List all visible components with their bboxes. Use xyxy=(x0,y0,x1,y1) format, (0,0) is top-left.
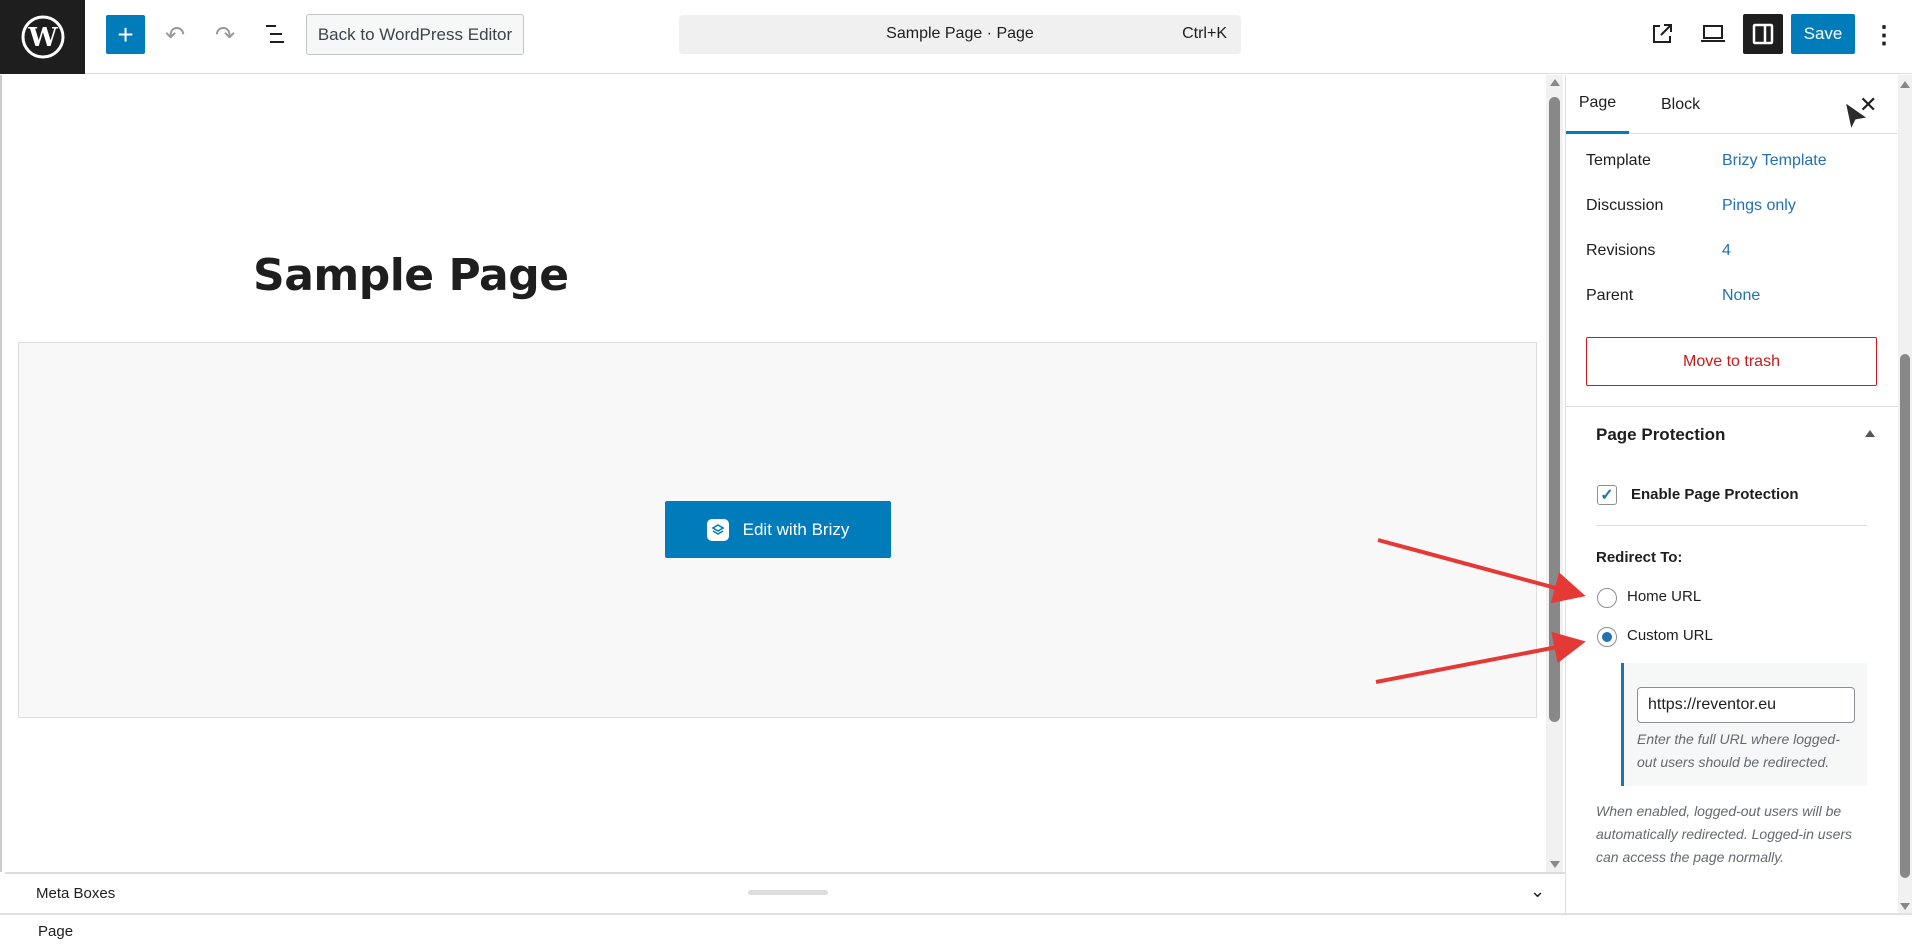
editor-canvas: Sample Page Edit with Brizy xyxy=(0,75,1565,872)
custom-url-radio[interactable] xyxy=(1597,627,1617,647)
undo-icon[interactable]: ↶ xyxy=(160,20,190,50)
breadcrumb-item-page[interactable]: Page xyxy=(38,923,73,940)
divider xyxy=(1596,525,1867,526)
edit-with-brizy-button[interactable]: Edit with Brizy xyxy=(665,501,891,558)
protection-description: When enabled, logged-out users will be a… xyxy=(1596,803,1853,865)
save-button[interactable]: Save xyxy=(1791,14,1855,54)
enable-protection-checkbox[interactable]: ✓ xyxy=(1597,485,1617,505)
page-title[interactable]: Sample Page xyxy=(253,250,569,301)
canvas-scrollbar-thumb[interactable] xyxy=(1549,97,1560,722)
settings-sidebar-toggle[interactable] xyxy=(1743,14,1783,54)
external-link-icon[interactable] xyxy=(1650,22,1674,46)
revisions-value-link[interactable]: 4 xyxy=(1722,242,1731,260)
row-label: Parent xyxy=(1586,287,1634,304)
scroll-up-icon[interactable] xyxy=(1900,81,1910,88)
custom-url-panel: Enter the full URL where logged-out user… xyxy=(1621,663,1867,786)
settings-sidebar: Page Block ✕ Template Brizy Template Disc… xyxy=(1565,75,1899,913)
document-overview-icon[interactable] xyxy=(266,25,288,45)
device-preview-icon[interactable] xyxy=(1700,24,1726,44)
canvas-scrollbar[interactable] xyxy=(1546,75,1563,872)
redirect-to-label: Redirect To: xyxy=(1596,549,1683,566)
close-icon[interactable]: ✕ xyxy=(1859,92,1877,118)
discussion-value-link[interactable]: Pings only xyxy=(1722,197,1796,215)
edit-with-brizy-label: Edit with Brizy xyxy=(742,519,850,539)
resize-handle[interactable] xyxy=(748,890,828,895)
scroll-up-icon[interactable] xyxy=(1550,79,1560,86)
back-to-wordpress-editor-button[interactable]: Back to WordPress Editor xyxy=(306,14,524,55)
template-row: Template Brizy Template xyxy=(1586,152,1827,170)
template-value-link[interactable]: Brizy Template xyxy=(1722,152,1827,170)
collapse-up-icon[interactable] xyxy=(1865,430,1875,437)
row-label: Revisions xyxy=(1586,242,1656,259)
tab-block[interactable]: Block xyxy=(1661,75,1700,134)
scroll-down-icon[interactable] xyxy=(1550,861,1560,868)
meta-boxes-panel[interactable]: Meta Boxes ⌄ xyxy=(5,872,1565,913)
custom-url-help: Enter the full URL where logged-out user… xyxy=(1637,731,1840,770)
parent-row: Parent None xyxy=(1586,287,1760,305)
divider xyxy=(1566,406,1899,407)
parent-value-link[interactable]: None xyxy=(1722,287,1760,305)
document-title: Sample Page · Page xyxy=(886,25,1034,42)
top-toolbar: W + ↶ ↷ Back to WordPress Editor Sample … xyxy=(0,0,1912,74)
custom-url-label[interactable]: Custom URL xyxy=(1627,627,1713,644)
row-label: Template xyxy=(1586,152,1651,169)
revisions-row: Revisions 4 xyxy=(1586,242,1731,260)
scroll-down-icon[interactable] xyxy=(1900,903,1910,910)
add-block-button[interactable]: + xyxy=(106,15,145,54)
brizy-layers-icon xyxy=(706,518,729,541)
move-to-trash-button[interactable]: Move to trash xyxy=(1586,337,1877,386)
page-protection-heading[interactable]: Page Protection xyxy=(1596,425,1725,445)
enable-protection-label[interactable]: Enable Page Protection xyxy=(1631,486,1799,503)
shortcut-hint: Ctrl+K xyxy=(1182,25,1227,42)
sidebar-scrollbar-thumb[interactable] xyxy=(1900,354,1910,878)
tab-page[interactable]: Page xyxy=(1566,75,1629,134)
home-url-label[interactable]: Home URL xyxy=(1627,588,1701,605)
redo-icon[interactable]: ↷ xyxy=(210,20,240,50)
row-label: Discussion xyxy=(1586,197,1664,214)
footer-breadcrumb: Page xyxy=(0,913,1912,947)
meta-boxes-label: Meta Boxes xyxy=(36,885,116,902)
options-menu-icon[interactable]: ⋮ xyxy=(1872,18,1896,52)
sidebar-scrollbar[interactable] xyxy=(1898,75,1912,913)
home-url-radio[interactable] xyxy=(1597,588,1617,608)
custom-url-input[interactable] xyxy=(1637,687,1855,723)
wordpress-logo-icon[interactable]: W xyxy=(0,0,85,74)
command-palette-bar[interactable]: Sample Page · Page Ctrl+K xyxy=(679,15,1241,54)
discussion-row: Discussion Pings only xyxy=(1586,197,1796,215)
svg-text:W: W xyxy=(27,23,58,53)
chevron-down-icon[interactable]: ⌄ xyxy=(1530,881,1545,902)
